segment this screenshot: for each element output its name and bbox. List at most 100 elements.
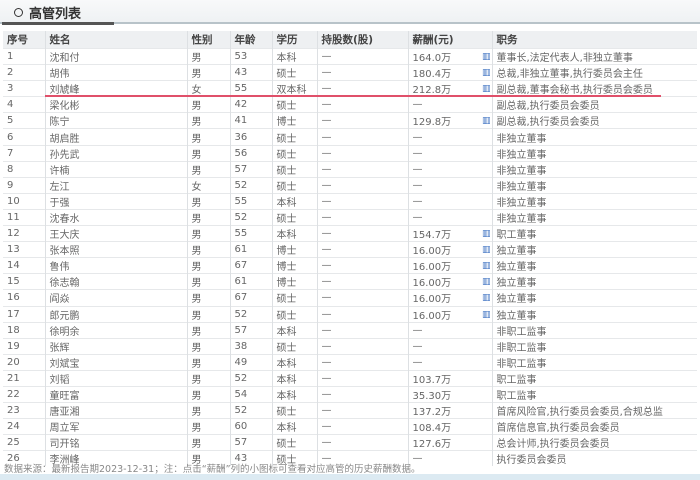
salary-chart-cell: [478, 385, 493, 403]
cell-shares: —: [317, 225, 409, 242]
cell-index: 6: [3, 128, 46, 146]
table-row: 19 张辉男 38 硕士 — — 非职工监事: [3, 337, 697, 355]
cell-name: 孙先武: [45, 144, 188, 162]
cell-index: 22: [3, 385, 46, 403]
cell-position: 总裁,非独立董事,执行委员会主任: [492, 64, 697, 81]
table-row: 24 周立军男 60 本科 —108.4万 首席信息官,执行委员会委员: [3, 418, 697, 435]
cell-age: 61: [230, 241, 273, 258]
bar-chart-icon[interactable]: ▥: [482, 84, 491, 94]
salary-chart-cell: ▥: [478, 257, 493, 274]
cell-education: 硕士: [272, 160, 318, 178]
cell-position: 总会计师,执行委员会委员: [492, 434, 697, 451]
cell-gender: 男: [187, 208, 231, 226]
salary-chart-cell: [478, 418, 493, 435]
cell-position: 首席风险官,执行委员会委员,合规总监: [492, 402, 697, 419]
salary-chart-cell: [478, 176, 493, 194]
cell-index: 8: [3, 160, 46, 178]
cell-index: 24: [3, 418, 46, 435]
cell-age: 54: [230, 385, 273, 403]
bar-chart-icon[interactable]: ▥: [482, 52, 491, 62]
cell-age: 67: [230, 257, 273, 274]
cell-education: 博士: [272, 241, 318, 258]
cell-index: 19: [3, 337, 46, 355]
table-row: 11 沈春水男 52 硕士 — — 非独立董事: [3, 208, 697, 226]
cell-age: 67: [230, 289, 273, 306]
table-row: 16 阎焱男 67 硕士 —16.00万 ▥ 独立董事: [3, 289, 697, 306]
table-row: 25 司开铭男 57 硕士 —127.6万 总会计师,执行委员会委员: [3, 434, 697, 451]
table-row: 22 童旺富男 54 本科 —35.30万 职工监事: [3, 385, 697, 403]
cell-age: 56: [230, 144, 273, 162]
cell-index: 18: [3, 321, 46, 339]
column-header: 薪酬(元): [408, 31, 493, 49]
bar-chart-icon[interactable]: ▥: [482, 245, 491, 255]
table-row: 15 徐志翰男 61 博士 —16.00万 ▥ 独立董事: [3, 273, 697, 290]
cell-position: 独立董事: [492, 241, 697, 258]
cell-gender: 男: [187, 305, 231, 323]
cell-position: 非独立董事: [492, 192, 697, 210]
salary-chart-cell: [478, 208, 493, 226]
salary-chart-cell: ▥: [478, 64, 493, 81]
cell-index: 16: [3, 289, 46, 306]
cell-shares: —: [317, 144, 409, 162]
salary-chart-cell: ▥: [478, 225, 493, 242]
cell-age: 52: [230, 305, 273, 323]
cell-age: 49: [230, 353, 273, 371]
cell-salary: 164.0万: [408, 47, 478, 65]
cell-salary: —: [408, 192, 478, 210]
cell-shares: —: [317, 112, 409, 129]
bar-chart-icon[interactable]: ▥: [482, 277, 491, 287]
cell-salary: —: [408, 176, 478, 194]
cell-gender: 男: [187, 225, 231, 242]
cell-education: 硕士: [272, 144, 318, 162]
cell-name: 胡启胜: [45, 128, 188, 146]
cell-salary: 16.00万: [408, 289, 478, 306]
cell-education: 本科: [272, 369, 318, 387]
cell-shares: —: [317, 128, 409, 146]
table-row: 10 于强男 55 本科 — — 非独立董事: [3, 192, 697, 210]
cell-education: 本科: [272, 192, 318, 210]
table-row: 4 梁化彬男 42 硕士 — — 副总裁,执行委员会委员: [3, 96, 697, 113]
cell-position: 职工监事: [492, 385, 697, 403]
table-row: 5 陈宁男 41 博士 —129.8万 ▥ 副总裁,执行委员会委员: [3, 112, 697, 129]
column-header: 序号: [3, 31, 46, 49]
cell-position: 独立董事: [492, 289, 697, 306]
footer-note: 数据来源：最新报告期2023-12-31；注：点击“薪酬”列的小图标可查看对应高…: [4, 464, 421, 475]
table-row: 17 郎元鹏男 52 硕士 —16.00万 ▥ 独立董事: [3, 305, 697, 323]
cell-age: 38: [230, 337, 273, 355]
cell-age: 55: [230, 192, 273, 210]
cell-name: 刘韬: [45, 369, 188, 387]
cell-gender: 男: [187, 160, 231, 178]
bar-chart-icon[interactable]: ▥: [482, 68, 491, 78]
cell-gender: 男: [187, 321, 231, 339]
cell-index: 17: [3, 305, 46, 323]
cell-education: 硕士: [272, 176, 318, 194]
cell-age: 52: [230, 369, 273, 387]
cell-age: 52: [230, 176, 273, 194]
salary-chart-cell: ▥: [478, 241, 493, 258]
bar-chart-icon[interactable]: ▥: [482, 293, 491, 303]
cell-shares: —: [317, 273, 409, 290]
cell-gender: 男: [187, 257, 231, 274]
cell-gender: 男: [187, 289, 231, 306]
cell-shares: —: [317, 305, 409, 323]
bar-chart-icon[interactable]: ▥: [482, 229, 491, 239]
cell-shares: —: [317, 402, 409, 419]
cell-salary: —: [408, 353, 478, 371]
cell-position: 非职工监事: [492, 337, 697, 355]
bar-chart-icon[interactable]: ▥: [482, 310, 491, 320]
salary-chart-cell: [478, 144, 493, 162]
cell-education: 硕士: [272, 64, 318, 81]
cell-salary: 16.00万: [408, 257, 478, 274]
cell-gender: 男: [187, 64, 231, 81]
column-header: 持股数(股): [317, 31, 409, 49]
cell-name: 左江: [45, 176, 188, 194]
cell-shares: —: [317, 160, 409, 178]
bar-chart-icon[interactable]: ▥: [482, 116, 491, 126]
cell-position: 执行委员会委员: [492, 450, 697, 467]
section-title: 高管列表: [14, 3, 81, 22]
bar-chart-icon[interactable]: ▥: [482, 261, 491, 271]
salary-chart-cell: ▥: [478, 47, 493, 65]
table-row: 20 刘斌宝男 49 本科 — — 非职工监事: [3, 353, 697, 371]
cell-shares: —: [317, 96, 409, 113]
cell-shares: —: [317, 337, 409, 355]
